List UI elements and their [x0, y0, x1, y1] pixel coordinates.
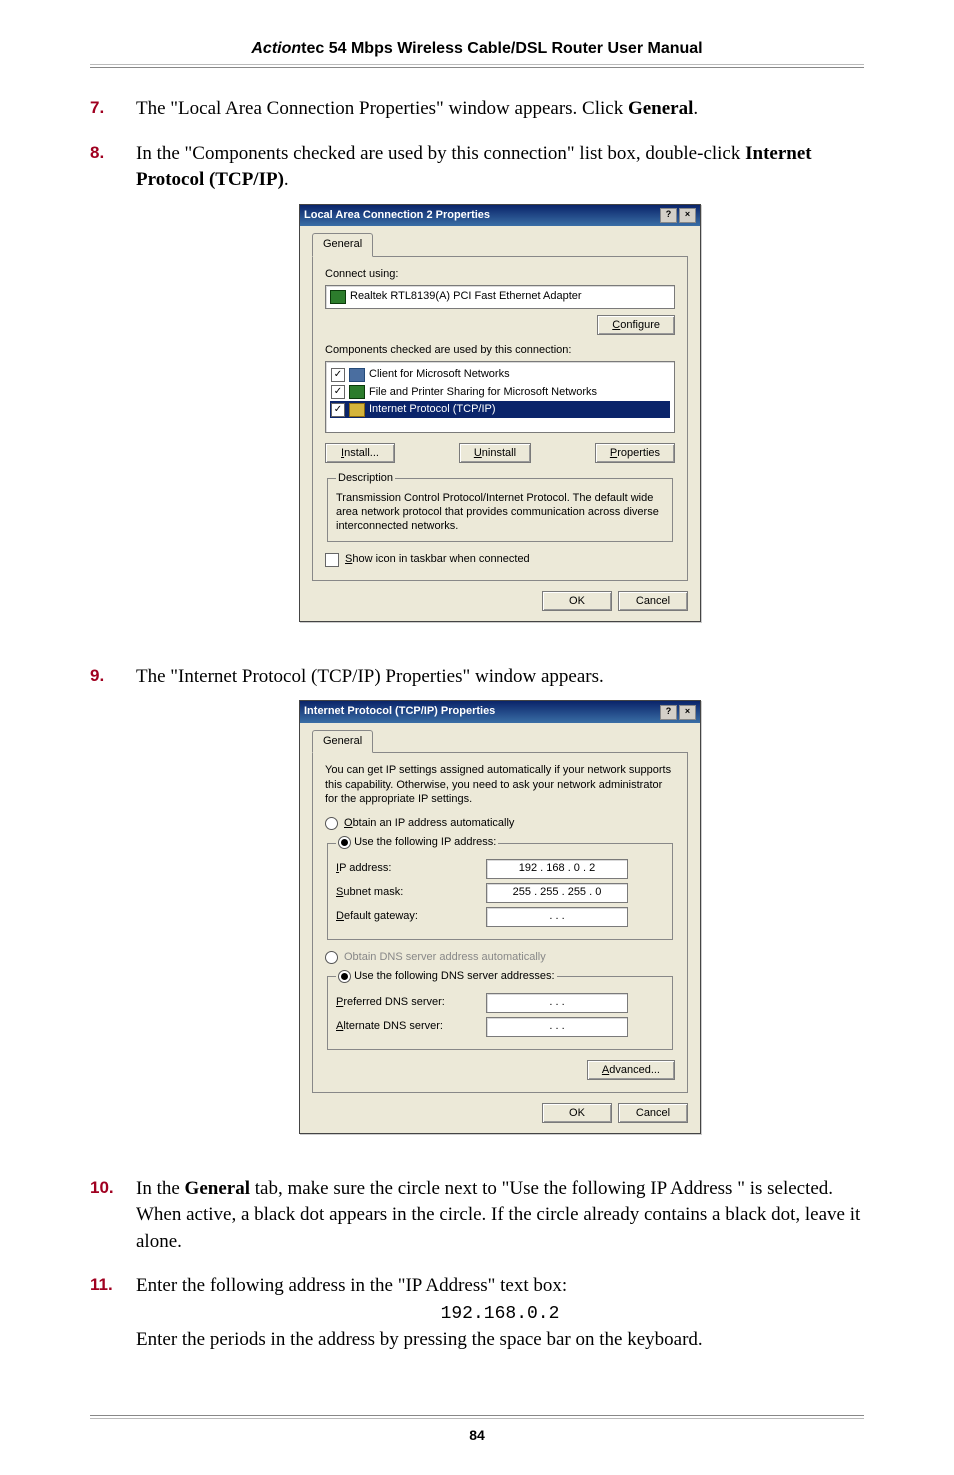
configure-button[interactable]: Configure [597, 315, 675, 335]
step-body-8: In the "Components checked are used by t… [136, 141, 864, 646]
protocol-icon [349, 403, 365, 417]
dialog-title: Internet Protocol (TCP/IP) Properties [304, 704, 495, 719]
step-number-11: 11. [90, 1273, 136, 1297]
checkbox-icon[interactable]: ✓ [331, 368, 345, 382]
description-group: Description Transmission Control Protoco… [327, 471, 673, 542]
step-number-8: 8. [90, 141, 136, 165]
radio-obtain-dns-label: Obtain DNS server address automatically [344, 950, 546, 965]
components-list[interactable]: ✓ Client for Microsoft Networks ✓ File a… [325, 361, 675, 433]
preferred-dns-label: Preferred DNS server: [336, 995, 486, 1010]
default-gateway-label: Default gateway: [336, 909, 486, 924]
list-item-client[interactable]: ✓ Client for Microsoft Networks [330, 366, 670, 383]
dialog-titlebar: Internet Protocol (TCP/IP) Properties ? … [300, 701, 700, 722]
tab-general[interactable]: General [312, 730, 373, 753]
brand-ital: Action [251, 40, 301, 57]
cancel-button[interactable]: Cancel [618, 1103, 688, 1123]
subnet-mask-input[interactable]: 255 . 255 . 255 . 0 [486, 883, 628, 903]
adapter-icon [330, 290, 346, 304]
adapter-name: Realtek RTL8139(A) PCI Fast Ethernet Ada… [350, 289, 582, 304]
step-body-10: In the General tab, make sure the circle… [136, 1176, 864, 1256]
properties-button[interactable]: Properties [595, 443, 675, 463]
default-gateway-input[interactable]: . . . [486, 907, 628, 927]
header-rule [90, 64, 864, 68]
help-icon[interactable]: ? [660, 705, 677, 720]
list-item-share[interactable]: ✓ File and Printer Sharing for Microsoft… [330, 384, 670, 401]
connect-using-label: Connect using: [325, 267, 675, 281]
step-body-11: Enter the following address in the "IP A… [136, 1273, 864, 1353]
adapter-field: Realtek RTL8139(A) PCI Fast Ethernet Ada… [325, 285, 675, 309]
ip-code: 192.168.0.2 [441, 1304, 560, 1324]
checkbox-icon[interactable]: ✓ [331, 385, 345, 399]
description-legend: Description [336, 471, 395, 486]
alternate-dns-label: Alternate DNS server: [336, 1019, 486, 1034]
page-header: Actiontec 54 Mbps Wireless Cable/DSL Rou… [90, 40, 864, 58]
client-icon [349, 368, 365, 382]
step-body-9: The "Internet Protocol (TCP/IP) Properti… [136, 664, 864, 1158]
help-icon[interactable]: ? [660, 208, 677, 223]
install-button[interactable]: Install... [325, 443, 395, 463]
step-number-10: 10. [90, 1176, 136, 1200]
subnet-mask-label: Subnet mask: [336, 885, 486, 900]
step-number-9: 9. [90, 664, 136, 688]
alternate-dns-input[interactable]: . . . [486, 1017, 628, 1037]
radio-use-dns[interactable] [338, 970, 351, 983]
share-icon [349, 385, 365, 399]
description-text: Transmission Control Protocol/Internet P… [336, 491, 664, 534]
radio-obtain-ip[interactable] [325, 817, 338, 830]
tab-general[interactable]: General [312, 233, 373, 256]
ok-button[interactable]: OK [542, 1103, 612, 1123]
show-icon-checkbox[interactable] [325, 553, 339, 567]
radio-use-dns-label: Use the following DNS server addresses: [354, 970, 555, 982]
cancel-button[interactable]: Cancel [618, 591, 688, 611]
dialog-title: Local Area Connection 2 Properties [304, 208, 490, 223]
radio-obtain-dns [325, 951, 338, 964]
brand-rest: tec 54 Mbps Wireless Cable/DSL Router Us… [301, 40, 702, 57]
local-area-connection-properties-dialog: Local Area Connection 2 Properties ? × G… [299, 204, 701, 622]
ip-address-input[interactable]: 192 . 168 . 0 . 2 [486, 859, 628, 879]
list-item-tcpip[interactable]: ✓ Internet Protocol (TCP/IP) [330, 401, 670, 418]
intro-text: You can get IP settings assigned automat… [325, 763, 675, 806]
ok-button[interactable]: OK [542, 591, 612, 611]
step-number-7: 7. [90, 96, 136, 120]
advanced-button[interactable]: Advanced... [587, 1060, 675, 1080]
show-icon-label: Show icon in taskbar when connected [345, 552, 530, 567]
radio-use-ip-label: Use the following IP address: [354, 836, 496, 848]
close-icon[interactable]: × [679, 705, 696, 720]
close-icon[interactable]: × [679, 208, 696, 223]
page-number: 84 [469, 1427, 485, 1443]
components-label: Components checked are used by this conn… [325, 343, 675, 357]
ip-address-label: IP address: [336, 861, 486, 876]
radio-use-ip[interactable] [338, 836, 351, 849]
tcpip-properties-dialog: Internet Protocol (TCP/IP) Properties ? … [299, 700, 701, 1133]
dialog-titlebar: Local Area Connection 2 Properties ? × [300, 205, 700, 226]
preferred-dns-input[interactable]: . . . [486, 993, 628, 1013]
footer-rule [90, 1415, 864, 1419]
uninstall-button[interactable]: Uninstall [459, 443, 531, 463]
checkbox-icon[interactable]: ✓ [331, 403, 345, 417]
radio-obtain-ip-label: Obtain an IP address automatically [344, 816, 514, 831]
step-body-7: The "Local Area Connection Properties" w… [136, 96, 864, 123]
